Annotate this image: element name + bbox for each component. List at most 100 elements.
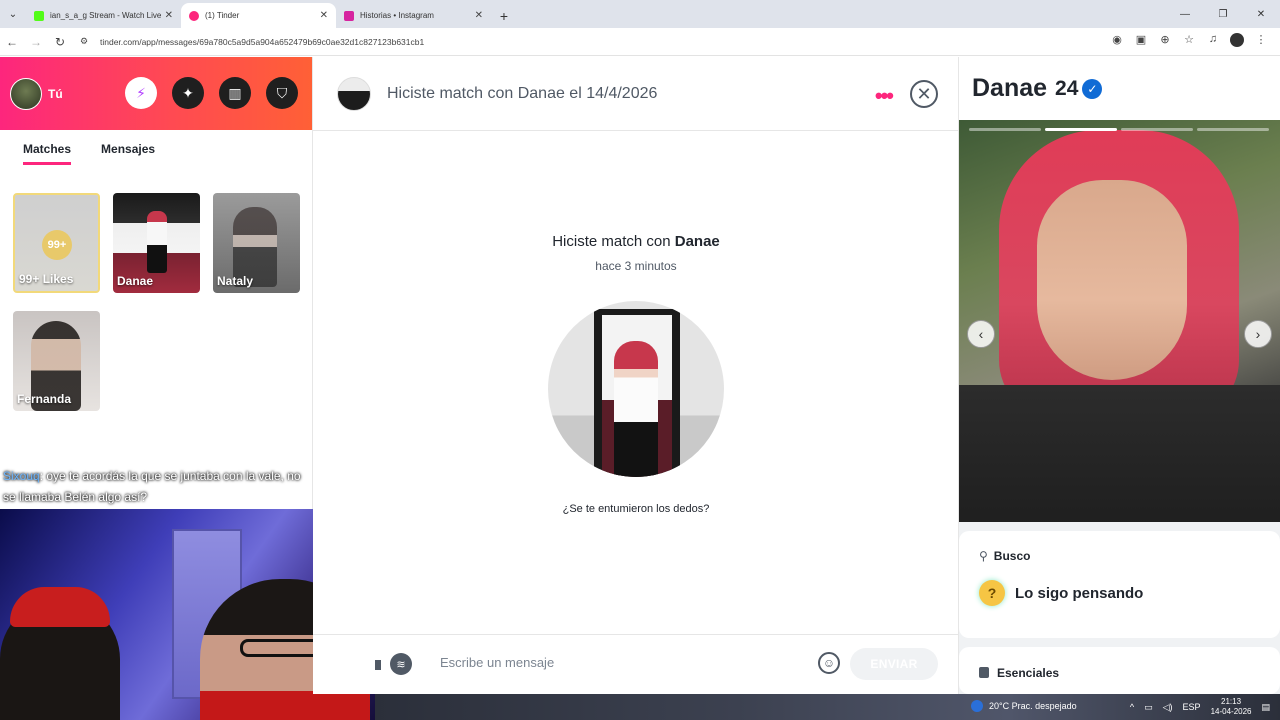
browser-tab-instagram[interactable]: Historias • Instagram ✕ (336, 3, 491, 28)
send-button[interactable]: ENVIAR (850, 648, 938, 680)
looking-for-label: Busco (993, 549, 1031, 563)
browser-tab-kick[interactable]: ian_s_a_g Stream - Watch Live o ✕ (26, 3, 181, 28)
close-window-icon[interactable]: ✕ (1242, 0, 1280, 28)
photo-indicator (1197, 128, 1269, 131)
tab-title: (1) Tinder (205, 11, 240, 20)
photo-indicator (1121, 128, 1193, 131)
menu-icon[interactable]: ⋮ (1254, 33, 1268, 50)
close-tab-icon[interactable]: ✕ (165, 10, 173, 21)
browser-tab-bar: ⌄ ian_s_a_g Stream - Watch Live o ✕ (1) … (0, 0, 1280, 28)
tab-matches[interactable]: Matches (23, 142, 72, 165)
chat-message: : oye te acordás la que se juntaba con l… (3, 469, 301, 504)
conversation-panel: Hiciste match con Danae el 14/4/2026 •••… (313, 57, 959, 694)
match-title-name: Danae (674, 233, 720, 250)
safety-button[interactable]: ⛉ (266, 77, 298, 109)
shield-icon: ⛉ (276, 84, 288, 101)
thinking-face-icon: ? (979, 580, 1005, 606)
location-icon[interactable]: ◉ (1110, 33, 1124, 50)
likes-card[interactable]: 99+ 99+ Likes (13, 193, 100, 293)
back-icon[interactable]: ← (0, 35, 24, 49)
looking-for-label-row: ⚲ Busco (979, 549, 1280, 563)
tab-title: Historias • Instagram (360, 11, 434, 20)
weather-widget[interactable]: 20°C Prac. despejado (971, 700, 1077, 712)
photo-next-button[interactable]: › (1244, 320, 1272, 348)
network-icon[interactable]: ▭ (1144, 702, 1153, 713)
profile-panel: Danae 24 ✓ ‹ › ⚲ Busco ? Lo sigo pensand… (959, 57, 1280, 694)
match-name: Nataly (217, 274, 254, 288)
new-tab-button[interactable]: + (491, 3, 517, 28)
match-card-nataly[interactable]: Nataly (213, 193, 300, 293)
chevron-right-icon: › (1255, 326, 1261, 342)
essentials-label: Esenciales (997, 666, 1060, 680)
clock-time: 21:13 (1221, 697, 1242, 706)
verified-badge-icon: ✓ (1082, 78, 1103, 99)
likes-count-badge: 99+ (42, 230, 72, 260)
system-tray: ^ ▭ ◁) ESP 21:13 14-04-2026 ▤ (1130, 697, 1270, 717)
tab-title: ian_s_a_g Stream - Watch Live o (50, 11, 161, 20)
emoji-icon[interactable]: ☺ (818, 652, 840, 674)
match-card-danae[interactable]: Danae (113, 193, 200, 293)
close-conversation-icon[interactable]: ✕ (910, 80, 938, 108)
bookmark-icon[interactable]: ☆ (1182, 33, 1196, 50)
briefcase-icon: ▥ (228, 84, 242, 101)
gif-icon[interactable] (375, 660, 381, 670)
profile-age: 24 (1055, 76, 1079, 100)
photo-prev-button[interactable]: ‹ (967, 320, 995, 348)
essentials-card: Esenciales (959, 647, 1280, 694)
browser-tab-tinder[interactable]: (1) Tinder ✕ (181, 3, 336, 28)
match-date-text: Hiciste match con Danae el 14/4/2026 (387, 84, 658, 102)
match-card-fernanda[interactable]: Fernanda (13, 311, 100, 411)
profile-header: Danae 24 ✓ (959, 57, 1280, 120)
tab-mensajes[interactable]: Mensajes (101, 142, 155, 165)
clock[interactable]: 21:13 14-04-2026 (1211, 697, 1252, 717)
reload-icon[interactable]: ↻ (48, 35, 72, 49)
os-taskbar: 20°C Prac. despejado ^ ▭ ◁) ESP 21:13 14… (375, 694, 1280, 720)
photo-progress-bars (969, 128, 1269, 131)
match-title: Hiciste match con Danae (313, 233, 959, 250)
close-tab-icon[interactable]: ✕ (475, 10, 483, 21)
weather-icon (971, 700, 983, 712)
address-bar[interactable]: ⚙ tinder.com/app/messages/69a780c5a9d5a9… (80, 31, 1110, 53)
id-card-icon (979, 667, 989, 678)
volume-icon[interactable]: ◁) (1163, 702, 1173, 713)
likes-label: 99+ Likes (19, 272, 74, 286)
notifications-icon[interactable]: ▤ (1261, 702, 1270, 713)
close-tab-icon[interactable]: ✕ (320, 10, 328, 21)
explore-button[interactable]: ✦ (172, 77, 204, 109)
match-name: Danae (117, 274, 154, 288)
site-info-icon[interactable]: ⚙ (80, 36, 92, 47)
cast-icon[interactable]: ▣ (1134, 33, 1148, 50)
conversation-header: Hiciste match con Danae el 14/4/2026 •••… (313, 57, 958, 131)
looking-for-card: ⚲ Busco ? Lo sigo pensando (959, 531, 1280, 638)
message-input[interactable]: Escribe un mensaje (440, 655, 554, 670)
forward-icon[interactable]: → (24, 35, 48, 49)
tab-list-button[interactable]: ⌄ (0, 0, 26, 28)
media-icon[interactable]: ♫ (1206, 33, 1220, 50)
window-controls: — ❐ ✕ (1166, 0, 1280, 28)
photo-indicator-active (1045, 128, 1117, 131)
maximize-icon[interactable]: ❐ (1204, 0, 1242, 28)
more-options-icon[interactable]: ••• (875, 83, 894, 109)
tinder-favicon-icon (189, 10, 199, 21)
match-title-prefix: Hiciste match con (552, 233, 671, 250)
match-big-avatar[interactable] (548, 301, 724, 477)
language-indicator[interactable]: ESP (1183, 702, 1201, 712)
icebreaker-prompt: ¿Se te entumieron los dedos? (562, 503, 710, 515)
search-icon: ⚲ (979, 549, 988, 563)
photo-sweater (959, 385, 1280, 522)
chat-username: Sixouq (3, 469, 40, 483)
url-text: tinder.com/app/messages/69a780c5a9d5a904… (100, 36, 425, 47)
my-avatar[interactable] (10, 77, 42, 110)
spotify-icon[interactable]: ≋ (390, 653, 412, 675)
my-profile-label[interactable]: Tú (48, 87, 63, 101)
work-mode-button[interactable]: ▥ (219, 77, 251, 109)
minimize-icon[interactable]: — (1166, 0, 1204, 28)
profile-photo[interactable]: ‹ › (959, 120, 1280, 522)
zoom-icon[interactable]: ⊕ (1158, 33, 1172, 50)
boost-button[interactable]: ⚡ (125, 77, 157, 109)
profile-icon[interactable] (1230, 33, 1244, 50)
sidebar-tabs: Matches Mensajes (0, 130, 312, 165)
match-avatar[interactable] (337, 76, 371, 111)
tray-chevron-icon[interactable]: ^ (1130, 702, 1134, 712)
match-name: Fernanda (17, 392, 72, 406)
